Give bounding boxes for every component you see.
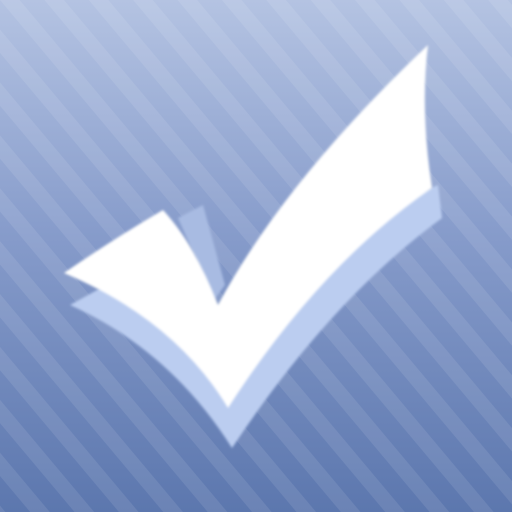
checkmark-app-icon[interactable] (0, 0, 512, 512)
checkmark-icon (0, 0, 512, 512)
